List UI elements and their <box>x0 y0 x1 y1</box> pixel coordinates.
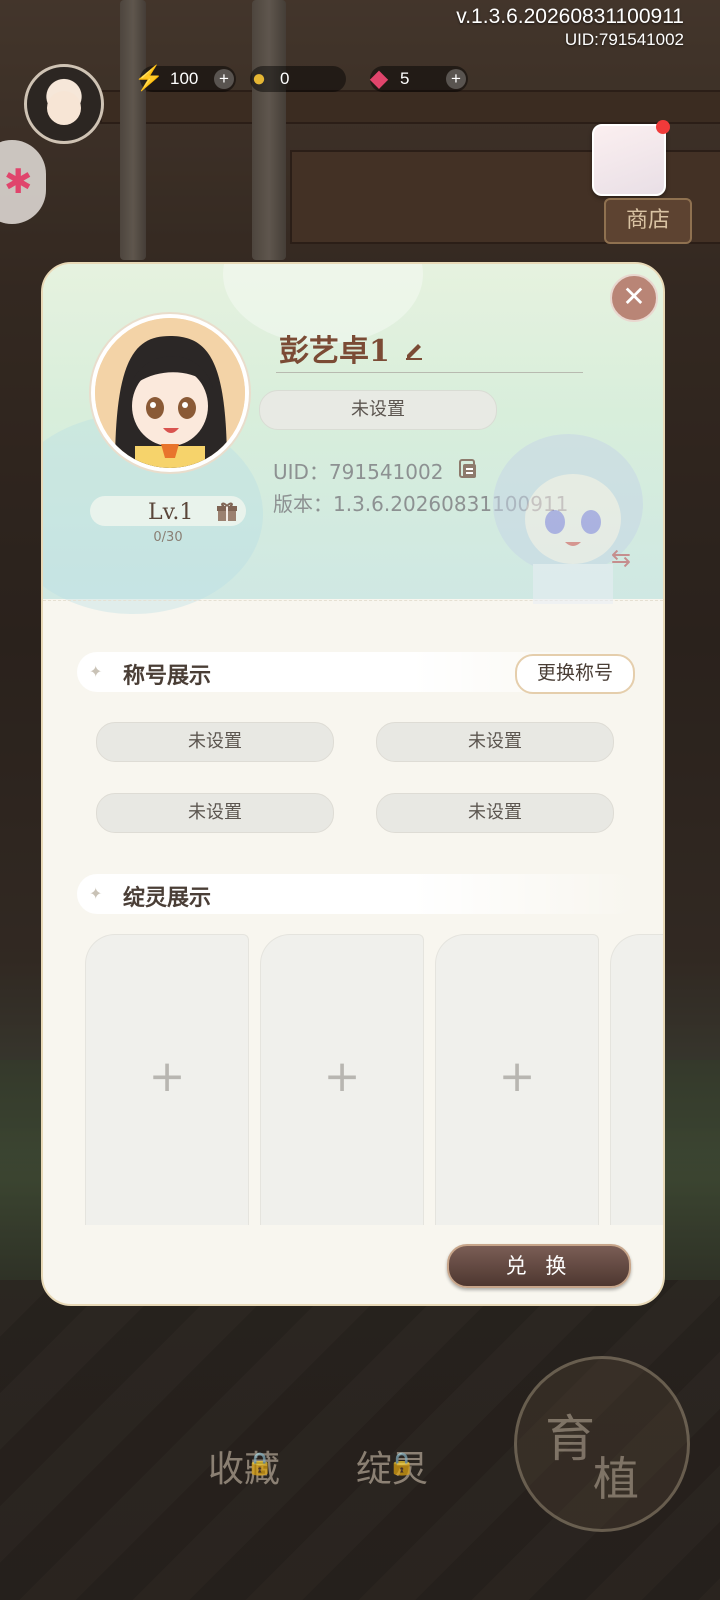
player-name: 彭艺卓1 <box>279 334 390 369</box>
exp-text: 0/30 <box>153 530 183 545</box>
grow-button[interactable]: 育 植 <box>514 1356 690 1532</box>
titles-heading: 称号展示 <box>123 663 212 689</box>
companion-character-illustration <box>493 434 643 604</box>
sparkle-icon: ✦ <box>89 884 103 903</box>
edit-name-icon[interactable] <box>404 338 426 360</box>
level-bar: Lv.1 <box>90 496 246 526</box>
grow-label-1: 育 <box>545 1410 595 1468</box>
player-avatar-button[interactable] <box>24 64 104 144</box>
level-text: Lv.1 <box>148 500 194 525</box>
change-title-button[interactable]: 更换称号 <box>515 654 635 694</box>
gift-icon[interactable] <box>216 501 238 523</box>
avatar-illustration <box>95 318 245 468</box>
avatar-face <box>47 91 81 125</box>
profile-panel: ✕ Lv.1 0/30 彭艺卓1 未设置 UID：791541002 版本：1.… <box>41 262 665 1306</box>
title-slot[interactable]: 未设置 <box>376 793 614 833</box>
add-icon: + <box>323 1051 361 1102</box>
redeem-button[interactable]: 兑 换 <box>447 1244 631 1288</box>
coin-icon: ● <box>251 65 267 92</box>
add-icon: + <box>148 1051 186 1102</box>
close-button[interactable]: ✕ <box>610 274 658 322</box>
uid-text: UID:791541002 <box>564 30 684 49</box>
title-slot[interactable]: 未设置 <box>96 793 334 833</box>
add-icon: + <box>498 1051 536 1102</box>
gem-value: 5 <box>400 69 410 88</box>
uid-label: UID：791541002 <box>273 460 444 484</box>
swap-icon[interactable]: ⇆ <box>611 544 641 572</box>
add-energy-button[interactable]: + <box>214 69 234 89</box>
profile-avatar[interactable] <box>91 314 249 472</box>
version-text: v.1.3.6.20260831100911 <box>456 5 684 28</box>
spirit-heading: 绽灵展示 <box>123 885 212 911</box>
sparkle-icon: ✦ <box>89 662 103 681</box>
signature-field[interactable]: 未设置 <box>259 390 497 430</box>
lock-icon: 🔒 <box>246 1452 274 1477</box>
version-info: v.1.3.6.20260831100911 UID:791541002 <box>456 4 684 50</box>
gem-counter: ◆ 5 + <box>370 65 468 92</box>
notification-dot <box>656 120 670 134</box>
lock-icon: 🔒 <box>388 1452 416 1477</box>
pinwheel-icon: ✱ <box>4 162 33 202</box>
spirit-section-header: ✦ 绽灵展示 <box>77 874 637 914</box>
energy-value: 100 <box>170 69 199 88</box>
grow-label-2: 植 <box>593 1452 639 1506</box>
title-slot[interactable]: 未设置 <box>376 722 614 762</box>
title-slot[interactable]: 未设置 <box>96 722 334 762</box>
shop-button[interactable]: 商店 <box>604 198 692 244</box>
spirit-card-slot[interactable]: + <box>435 934 599 1225</box>
event-banner-button[interactable] <box>592 120 670 196</box>
lightning-icon: ⚡ <box>134 65 164 92</box>
coin-counter: ● 0 <box>250 65 346 92</box>
spirit-card-slot[interactable]: + <box>260 934 424 1225</box>
name-underline <box>276 372 583 373</box>
coin-value: 0 <box>280 69 290 88</box>
add-gem-button[interactable]: + <box>446 69 466 89</box>
energy-counter: ⚡ 100 + <box>134 65 236 92</box>
spirit-card-slot[interactable]: + <box>85 934 249 1225</box>
gem-icon: ◆ <box>369 65 389 92</box>
spirit-card-slot[interactable] <box>610 934 663 1225</box>
